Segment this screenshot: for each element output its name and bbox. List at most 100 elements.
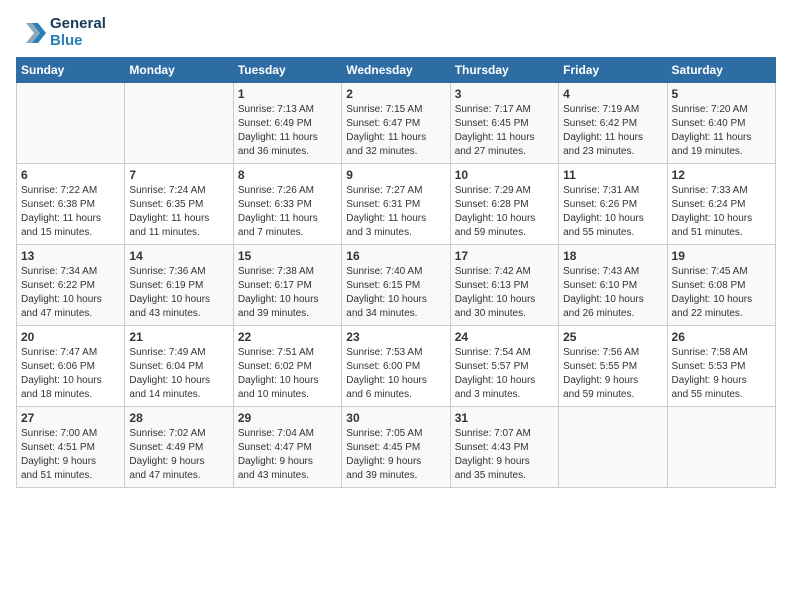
calendar-cell (17, 83, 125, 164)
logo: General Blue (16, 16, 106, 49)
cell-data: Sunrise: 7:24 AM Sunset: 6:35 PM Dayligh… (129, 184, 228, 240)
day-number: 10 (455, 168, 554, 182)
col-header-thursday: Thursday (450, 58, 558, 83)
col-header-wednesday: Wednesday (342, 58, 450, 83)
cell-data: Sunrise: 7:27 AM Sunset: 6:31 PM Dayligh… (346, 184, 445, 240)
calendar-cell: 29Sunrise: 7:04 AM Sunset: 4:47 PM Dayli… (233, 407, 341, 488)
day-number: 7 (129, 168, 228, 182)
calendar-cell: 7 Sunrise: 7:24 AM Sunset: 6:35 PM Daylig… (125, 164, 233, 245)
day-number: 4 (563, 87, 662, 101)
calendar-cell: 9 Sunrise: 7:27 AM Sunset: 6:31 PM Daylig… (342, 164, 450, 245)
cell-data: Sunrise: 7:17 AM Sunset: 6:45 PM Dayligh… (455, 103, 554, 159)
day-number: 24 (455, 330, 554, 344)
day-number: 17 (455, 249, 554, 263)
calendar-cell: 27Sunrise: 7:00 AM Sunset: 4:51 PM Dayli… (17, 407, 125, 488)
logo-line2: Blue (50, 33, 106, 50)
calendar-cell: 4 Sunrise: 7:19 AM Sunset: 6:42 PM Daylig… (559, 83, 667, 164)
cell-data: Sunrise: 7:51 AM Sunset: 6:02 PM Dayligh… (238, 346, 337, 402)
col-header-friday: Friday (559, 58, 667, 83)
cell-data: Sunrise: 7:19 AM Sunset: 6:42 PM Dayligh… (563, 103, 662, 159)
col-header-tuesday: Tuesday (233, 58, 341, 83)
cell-data: Sunrise: 7:56 AM Sunset: 5:55 PM Dayligh… (563, 346, 662, 402)
calendar-cell: 1 Sunrise: 7:13 AM Sunset: 6:49 PM Daylig… (233, 83, 341, 164)
day-number: 29 (238, 411, 337, 425)
day-number: 12 (672, 168, 771, 182)
logo-text: General Blue (16, 16, 106, 49)
cell-data: Sunrise: 7:26 AM Sunset: 6:33 PM Dayligh… (238, 184, 337, 240)
calendar-cell: 31Sunrise: 7:07 AM Sunset: 4:43 PM Dayli… (450, 407, 558, 488)
day-number: 11 (563, 168, 662, 182)
calendar-cell: 12 Sunrise: 7:33 AM Sunset: 6:24 PM Dayli… (667, 164, 775, 245)
day-number: 19 (672, 249, 771, 263)
cell-data: Sunrise: 7:40 AM Sunset: 6:15 PM Dayligh… (346, 265, 445, 321)
day-number: 20 (21, 330, 120, 344)
day-number: 1 (238, 87, 337, 101)
calendar-cell: 25Sunrise: 7:56 AM Sunset: 5:55 PM Dayli… (559, 326, 667, 407)
day-number: 8 (238, 168, 337, 182)
day-number: 14 (129, 249, 228, 263)
calendar-cell (559, 407, 667, 488)
cell-data: Sunrise: 7:13 AM Sunset: 6:49 PM Dayligh… (238, 103, 337, 159)
calendar-week-2: 6 Sunrise: 7:22 AM Sunset: 6:38 PM Daylig… (17, 164, 776, 245)
cell-data: Sunrise: 7:20 AM Sunset: 6:40 PM Dayligh… (672, 103, 771, 159)
cell-data: Sunrise: 7:42 AM Sunset: 6:13 PM Dayligh… (455, 265, 554, 321)
calendar-cell: 10 Sunrise: 7:29 AM Sunset: 6:28 PM Dayli… (450, 164, 558, 245)
day-number: 30 (346, 411, 445, 425)
calendar-cell: 28 Sunrise: 7:02 AM Sunset: 4:49 PM Dayli… (125, 407, 233, 488)
calendar-cell: 23 Sunrise: 7:53 AM Sunset: 6:00 PM Dayli… (342, 326, 450, 407)
calendar-cell: 24Sunrise: 7:54 AM Sunset: 5:57 PM Dayli… (450, 326, 558, 407)
logo-icon (16, 18, 46, 48)
calendar-cell: 20 Sunrise: 7:47 AM Sunset: 6:06 PM Dayli… (17, 326, 125, 407)
cell-data: Sunrise: 7:02 AM Sunset: 4:49 PM Dayligh… (129, 427, 228, 483)
col-header-monday: Monday (125, 58, 233, 83)
day-number: 13 (21, 249, 120, 263)
calendar-cell: 13 Sunrise: 7:34 AM Sunset: 6:22 PM Dayli… (17, 245, 125, 326)
day-number: 6 (21, 168, 120, 182)
cell-data: Sunrise: 7:34 AM Sunset: 6:22 PM Dayligh… (21, 265, 120, 321)
calendar-cell: 26 Sunrise: 7:58 AM Sunset: 5:53 PM Dayli… (667, 326, 775, 407)
day-number: 2 (346, 87, 445, 101)
calendar-table: SundayMondayTuesdayWednesdayThursdayFrid… (16, 57, 776, 488)
cell-data: Sunrise: 7:43 AM Sunset: 6:10 PM Dayligh… (563, 265, 662, 321)
calendar-cell: 16Sunrise: 7:40 AM Sunset: 6:15 PM Dayli… (342, 245, 450, 326)
calendar-week-1: 1 Sunrise: 7:13 AM Sunset: 6:49 PM Daylig… (17, 83, 776, 164)
calendar-cell: 17 Sunrise: 7:42 AM Sunset: 6:13 PM Dayli… (450, 245, 558, 326)
calendar-week-4: 20 Sunrise: 7:47 AM Sunset: 6:06 PM Dayli… (17, 326, 776, 407)
calendar-cell: 19 Sunrise: 7:45 AM Sunset: 6:08 PM Dayli… (667, 245, 775, 326)
cell-data: Sunrise: 7:31 AM Sunset: 6:26 PM Dayligh… (563, 184, 662, 240)
calendar-cell: 2 Sunrise: 7:15 AM Sunset: 6:47 PM Daylig… (342, 83, 450, 164)
day-number: 21 (129, 330, 228, 344)
cell-data: Sunrise: 7:58 AM Sunset: 5:53 PM Dayligh… (672, 346, 771, 402)
cell-data: Sunrise: 7:07 AM Sunset: 4:43 PM Dayligh… (455, 427, 554, 483)
calendar-cell: 8 Sunrise: 7:26 AM Sunset: 6:33 PM Daylig… (233, 164, 341, 245)
calendar-cell: 22 Sunrise: 7:51 AM Sunset: 6:02 PM Dayli… (233, 326, 341, 407)
col-header-sunday: Sunday (17, 58, 125, 83)
calendar-cell: 11 Sunrise: 7:31 AM Sunset: 6:26 PM Dayli… (559, 164, 667, 245)
day-number: 5 (672, 87, 771, 101)
calendar-cell (125, 83, 233, 164)
cell-data: Sunrise: 7:49 AM Sunset: 6:04 PM Dayligh… (129, 346, 228, 402)
calendar-cell (667, 407, 775, 488)
cell-data: Sunrise: 7:45 AM Sunset: 6:08 PM Dayligh… (672, 265, 771, 321)
day-number: 23 (346, 330, 445, 344)
calendar-cell: 5 Sunrise: 7:20 AM Sunset: 6:40 PM Daylig… (667, 83, 775, 164)
day-number: 26 (672, 330, 771, 344)
cell-data: Sunrise: 7:29 AM Sunset: 6:28 PM Dayligh… (455, 184, 554, 240)
day-number: 28 (129, 411, 228, 425)
col-header-saturday: Saturday (667, 58, 775, 83)
cell-data: Sunrise: 7:00 AM Sunset: 4:51 PM Dayligh… (21, 427, 120, 483)
cell-data: Sunrise: 7:22 AM Sunset: 6:38 PM Dayligh… (21, 184, 120, 240)
cell-data: Sunrise: 7:15 AM Sunset: 6:47 PM Dayligh… (346, 103, 445, 159)
cell-data: Sunrise: 7:47 AM Sunset: 6:06 PM Dayligh… (21, 346, 120, 402)
day-number: 18 (563, 249, 662, 263)
calendar-cell: 18 Sunrise: 7:43 AM Sunset: 6:10 PM Dayli… (559, 245, 667, 326)
day-number: 15 (238, 249, 337, 263)
calendar-cell: 6 Sunrise: 7:22 AM Sunset: 6:38 PM Daylig… (17, 164, 125, 245)
day-number: 9 (346, 168, 445, 182)
day-number: 22 (238, 330, 337, 344)
page-header: General Blue (16, 16, 776, 49)
calendar-cell: 15Sunrise: 7:38 AM Sunset: 6:17 PM Dayli… (233, 245, 341, 326)
cell-data: Sunrise: 7:53 AM Sunset: 6:00 PM Dayligh… (346, 346, 445, 402)
logo-line1: General (50, 16, 106, 33)
cell-data: Sunrise: 7:33 AM Sunset: 6:24 PM Dayligh… (672, 184, 771, 240)
